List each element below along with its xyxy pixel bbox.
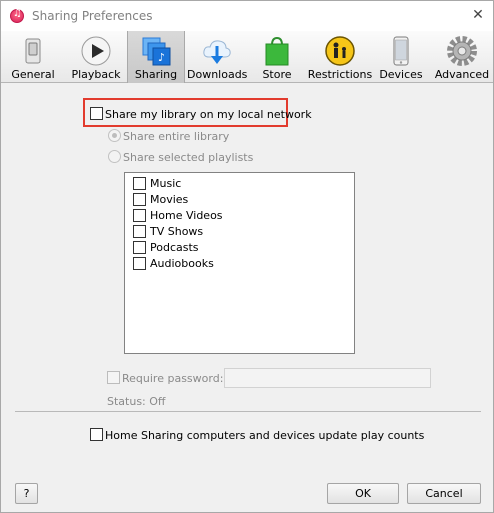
tab-restrictions[interactable]: Restrictions [307,31,373,83]
playlist-checkbox[interactable] [133,225,146,238]
playlist-label: Music [150,177,182,190]
window-title: Sharing Preferences [32,9,153,23]
require-password-checkbox[interactable] [107,371,120,384]
playlist-checkbox[interactable] [133,209,146,222]
share-selected-playlists-label: Share selected playlists [123,151,254,164]
home-sharing-label: Home Sharing computers and devices updat… [105,429,425,442]
playlist-label: Movies [150,193,189,206]
tab-store[interactable]: Store [251,31,303,83]
tab-label: Advanced [434,68,490,81]
password-field[interactable] [224,368,431,388]
itunes-app-icon [10,8,24,23]
playlist-label: Podcasts [150,241,199,254]
title-bar: Sharing Preferences ✕ [1,1,493,31]
separator [15,411,481,412]
playlist-checkbox[interactable] [133,177,146,190]
svg-text:♪: ♪ [158,51,165,64]
share-library-label: Share my library on my local network [105,108,312,121]
tab-label: Downloads [187,68,248,81]
tab-downloads[interactable]: Downloads [187,31,247,83]
parental-restrictions-icon [325,36,355,66]
help-button[interactable]: ? [15,483,38,504]
general-switch-icon [25,38,41,64]
tab-label: Sharing [134,68,178,81]
ok-button[interactable]: OK [327,483,399,504]
tab-label: Playback [71,68,121,81]
tab-label: Devices [379,68,423,81]
playlist-list[interactable]: Music Movies Home Videos TV Shows Podcas… [124,172,355,354]
tab-general[interactable]: General [3,31,63,83]
playlist-checkbox[interactable] [133,241,146,254]
status-text: Status: Off [107,395,166,408]
playlist-checkbox[interactable] [133,257,146,270]
playlist-label: Audiobooks [150,257,214,270]
share-selected-playlists-radio[interactable] [108,150,121,163]
require-password-label: Require password: [122,372,224,385]
playlist-label: TV Shows [150,225,204,238]
tab-label: General [11,68,55,81]
share-entire-library-radio[interactable] [108,129,121,142]
playlist-checkbox[interactable] [133,193,146,206]
cancel-button[interactable]: Cancel [407,483,481,504]
tab-playback[interactable]: Playback [65,31,127,83]
tab-advanced[interactable]: Advanced [431,31,493,83]
tab-label: Restrictions [307,68,373,81]
tab-devices[interactable]: Devices [375,31,427,83]
share-entire-library-label: Share entire library [123,130,230,143]
phone-device-icon [393,36,409,66]
sharing-preferences-window: Sharing Preferences ✕ General Playback ♪ [0,0,494,513]
sharing-icon: ♪ [142,37,171,66]
close-window-button[interactable]: ✕ [469,6,487,24]
home-sharing-checkbox[interactable] [90,428,103,441]
tab-sharing[interactable]: ♪ Sharing [127,31,185,83]
cloud-download-icon [203,40,231,64]
gear-icon [447,36,477,66]
share-library-checkbox[interactable] [90,107,103,120]
tab-label: Store [262,68,292,81]
play-icon [81,36,111,66]
shopping-bag-icon [265,36,289,66]
preferences-toolbar: General Playback ♪ Sharing Downloads Sto… [1,31,493,83]
sharing-pane: Share my library on my local network Sha… [1,84,493,512]
playlist-label: Home Videos [150,209,223,222]
